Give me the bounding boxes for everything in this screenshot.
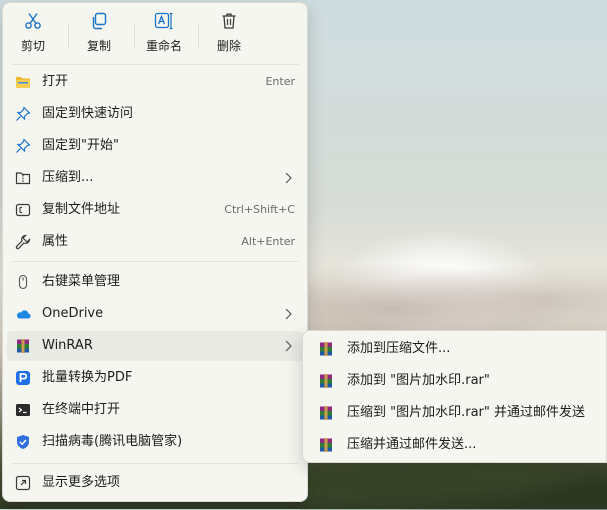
wrench-icon: [15, 234, 31, 250]
delete-button[interactable]: 删除: [200, 11, 258, 57]
scan-virus-item[interactable]: 扫描病毒(腾讯电脑管家): [7, 427, 303, 457]
winrar-add-to-named-rar-item[interactable]: 添加到 "图片加水印.rar": [307, 366, 604, 396]
onedrive-label: OneDrive: [42, 306, 104, 321]
winrar-icon: [318, 437, 334, 453]
menu-separator: [11, 64, 299, 65]
context-menu-manager-label: 右键菜单管理: [42, 274, 121, 289]
winrar-icon: [318, 341, 334, 357]
onedrive-item[interactable]: OneDrive: [7, 299, 303, 329]
properties-label: 属性: [42, 234, 69, 249]
pin-quick-access-label: 固定到快速访问: [42, 106, 134, 121]
zip-folder-icon: [15, 170, 31, 186]
winrar-icon: [15, 338, 31, 354]
copy-label: 复制: [86, 39, 111, 53]
copy-path-shortcut: Ctrl+Shift+C: [224, 203, 295, 216]
open-shortcut: Enter: [265, 75, 295, 88]
terminal-icon: [15, 402, 31, 418]
rename-button[interactable]: 重命名: [135, 11, 193, 57]
pin-icon: [15, 106, 31, 122]
winrar-compress-and-email-item[interactable]: 压缩到 "图片加水印.rar" 并通过邮件发送: [307, 398, 604, 428]
delete-label: 删除: [216, 39, 241, 53]
pin-start-label: 固定到"开始": [42, 138, 119, 153]
winrar-icon: [318, 373, 334, 389]
pdf-p-icon: [15, 370, 31, 386]
expand-icon: [15, 475, 31, 491]
onedrive-cloud-icon: [15, 306, 31, 322]
winrar-icon: [318, 405, 334, 421]
chevron-right-icon: [285, 172, 292, 184]
copy-path-label: 复制文件地址: [42, 202, 121, 217]
cut-label: 剪切: [20, 39, 45, 53]
winrar-add-to-archive-label: 添加到压缩文件...: [347, 341, 451, 356]
winrar-submenu: 添加到压缩文件... 添加到 "图片加水印.rar" 压缩到 "图片加水印.ra…: [302, 330, 607, 463]
winrar-compress-email-label: 压缩并通过邮件发送...: [347, 437, 477, 452]
scan-virus-label: 扫描病毒(腾讯电脑管家): [42, 434, 183, 449]
open-label: 打开: [42, 74, 69, 89]
context-menu: 剪切 复制 重命名 删除 打开 Enter 固定到快速访问 固定到"开始" 压缩…: [2, 2, 308, 502]
compress-to-label: 压缩到...: [42, 170, 94, 185]
folder-icon: [15, 74, 31, 90]
winrar-label: WinRAR: [42, 338, 93, 353]
properties-shortcut: Alt+Enter: [241, 235, 295, 248]
mouse-icon: [15, 274, 31, 290]
copy-path-item[interactable]: 复制文件地址 Ctrl+Shift+C: [7, 195, 303, 225]
pin-icon: [15, 138, 31, 154]
rename-label: 重命名: [145, 39, 182, 53]
winrar-compress-and-email-label: 压缩到 "图片加水印.rar" 并通过邮件发送: [347, 405, 586, 420]
batch-pdf-item[interactable]: 批量转换为PDF: [7, 363, 303, 393]
copy-icon: [89, 11, 109, 31]
copy-path-icon: [15, 202, 31, 218]
toolbar-divider: [68, 23, 69, 49]
context-toolbar: 剪切 复制 重命名 删除: [3, 3, 307, 61]
compress-to-item[interactable]: 压缩到...: [7, 163, 303, 193]
winrar-add-to-named-rar-label: 添加到 "图片加水印.rar": [347, 373, 490, 388]
context-menu-manager-item[interactable]: 右键菜单管理: [7, 267, 303, 297]
menu-separator: [11, 261, 299, 262]
open-in-terminal-label: 在终端中打开: [42, 402, 121, 417]
properties-item[interactable]: 属性 Alt+Enter: [7, 227, 303, 257]
menu-separator: [11, 463, 299, 464]
scissors-icon: [23, 11, 43, 31]
trash-icon: [219, 11, 239, 31]
copy-button[interactable]: 复制: [70, 11, 128, 57]
toolbar-divider: [198, 23, 199, 49]
open-item[interactable]: 打开 Enter: [7, 67, 303, 97]
chevron-right-icon: [285, 308, 292, 320]
rename-icon: [154, 11, 174, 31]
winrar-add-to-archive-item[interactable]: 添加到压缩文件...: [307, 334, 604, 364]
chevron-right-icon: [285, 340, 292, 352]
batch-pdf-label: 批量转换为PDF: [42, 370, 133, 385]
winrar-compress-email-item[interactable]: 压缩并通过邮件发送...: [307, 430, 604, 460]
pin-quick-access-item[interactable]: 固定到快速访问: [7, 99, 303, 129]
open-in-terminal-item[interactable]: 在终端中打开: [7, 395, 303, 425]
shield-icon: [15, 434, 31, 450]
pin-start-item[interactable]: 固定到"开始": [7, 131, 303, 161]
cut-button[interactable]: 剪切: [4, 11, 62, 57]
show-more-options-item[interactable]: 显示更多选项: [7, 468, 303, 498]
show-more-options-label: 显示更多选项: [42, 475, 121, 490]
winrar-item[interactable]: WinRAR: [7, 331, 303, 361]
